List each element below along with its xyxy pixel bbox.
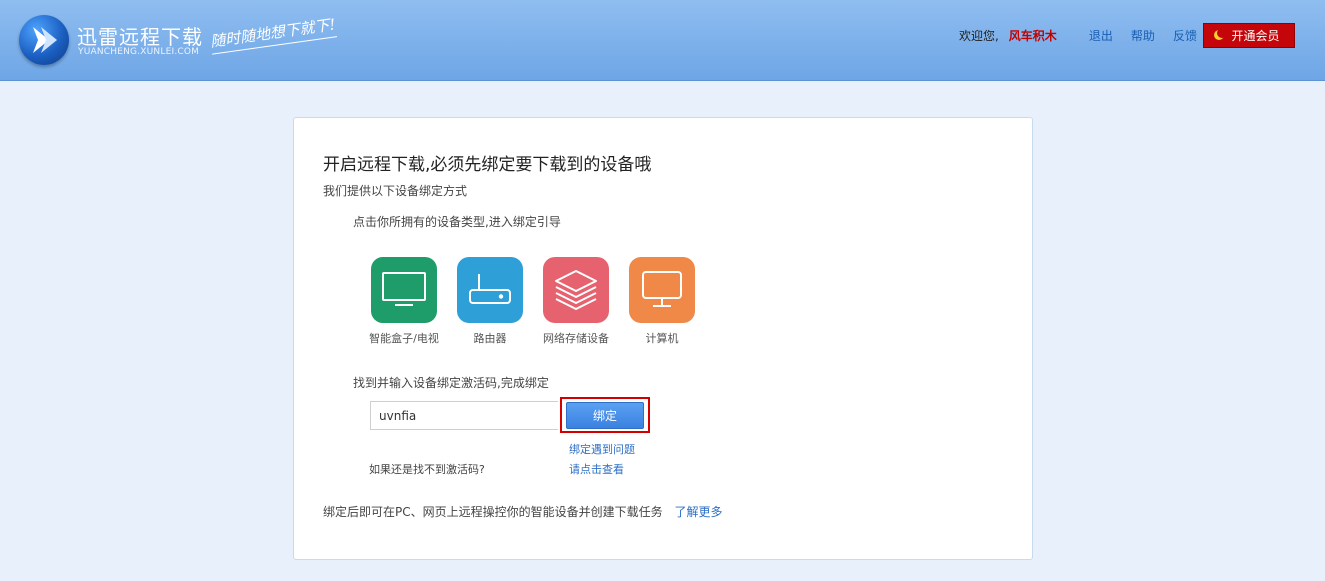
card-subtitle: 我们提供以下设备绑定方式 bbox=[323, 184, 468, 198]
logout-link[interactable]: 退出 bbox=[1089, 27, 1113, 44]
divider: | bbox=[1119, 28, 1124, 42]
help-question: 如果还是找不到激活码? bbox=[369, 463, 485, 476]
top-header: 迅雷远程下载 YUANCHENG.XUNLEI.COM 随时随地想下就下! 欢迎… bbox=[0, 0, 1325, 81]
bind-problem-link[interactable]: 绑定遇到问题 bbox=[569, 441, 635, 457]
tv-icon[interactable] bbox=[371, 257, 437, 323]
username[interactable]: 风车积木 bbox=[1009, 27, 1057, 44]
step2-instruction: 找到并输入设备绑定激活码,完成绑定 bbox=[353, 376, 549, 390]
vip-button-label: 开通会员 bbox=[1231, 28, 1280, 43]
crescent-icon bbox=[1217, 28, 1227, 38]
device-smart-box-tv[interactable]: 智能盒子/电视 bbox=[359, 257, 449, 346]
device-network-storage[interactable]: 网络存储设备 bbox=[531, 257, 621, 346]
learn-more-link[interactable]: 了解更多 bbox=[674, 505, 722, 519]
slogan: 随时随地想下就下! bbox=[208, 13, 338, 55]
bind-button[interactable]: 绑定 bbox=[566, 402, 644, 429]
open-vip-button[interactable]: 开通会员 bbox=[1203, 22, 1295, 48]
device-router[interactable]: 路由器 bbox=[445, 257, 535, 346]
click-to-view-link[interactable]: 请点击查看 bbox=[569, 461, 624, 477]
xunlei-logo-icon[interactable] bbox=[19, 15, 69, 65]
footer-note: 绑定后即可在PC、网页上远程操控你的智能设备并创建下载任务 了解更多 bbox=[323, 503, 722, 520]
storage-stack-icon[interactable] bbox=[543, 257, 609, 323]
page-title: 开启远程下载,必须先绑定要下载到的设备哦 bbox=[323, 155, 652, 175]
activation-code-input[interactable] bbox=[370, 401, 558, 430]
device-computer[interactable]: 计算机 bbox=[617, 257, 707, 346]
welcome-text: 欢迎您, bbox=[958, 28, 999, 43]
monitor-icon[interactable] bbox=[629, 257, 695, 323]
logo-domain: YUANCHENG.XUNLEI.COM bbox=[78, 47, 200, 57]
device-label: 计算机 bbox=[645, 332, 679, 345]
bind-device-card: 开启远程下载,必须先绑定要下载到的设备哦 我们提供以下设备绑定方式 点击你所拥有… bbox=[293, 117, 1033, 560]
device-label: 智能盒子/电视 bbox=[369, 332, 439, 345]
divider: | bbox=[1161, 28, 1166, 42]
device-label: 网络存储设备 bbox=[543, 332, 609, 345]
feedback-link[interactable]: 反馈 bbox=[1173, 27, 1197, 44]
logo-title[interactable]: 迅雷远程下载 bbox=[77, 21, 203, 50]
step1-instruction: 点击你所拥有的设备类型,进入绑定引导 bbox=[353, 215, 561, 229]
user-area: 欢迎您, 风车积木 | 退出 | 帮助 | 反馈 开通会员 bbox=[958, 22, 1295, 48]
device-label: 路由器 bbox=[473, 332, 507, 345]
router-icon[interactable] bbox=[457, 257, 523, 323]
footer-note-text: 绑定后即可在PC、网页上远程操控你的智能设备并创建下载任务 bbox=[323, 505, 663, 519]
help-link[interactable]: 帮助 bbox=[1131, 27, 1155, 44]
divider: | bbox=[1077, 28, 1082, 42]
